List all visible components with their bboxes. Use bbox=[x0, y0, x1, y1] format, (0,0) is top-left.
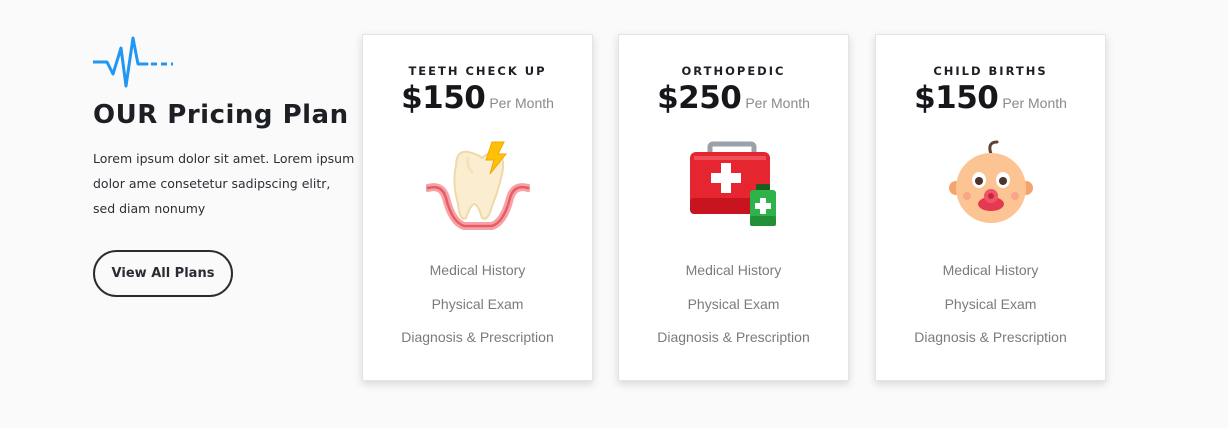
price-row: $150 Per Month bbox=[363, 80, 592, 116]
feature-item: Diagnosis & Prescription bbox=[914, 329, 1067, 345]
plan-title: TEETH CHECK UP bbox=[408, 64, 547, 78]
pricing-intro: OUR Pricing Plan Lorem ipsum dolor sit a… bbox=[93, 34, 355, 297]
plan-title: ORTHOPEDIC bbox=[681, 64, 786, 78]
feature-item: Medical History bbox=[429, 262, 526, 278]
feature-item: Physical Exam bbox=[944, 295, 1037, 312]
plan-period: Per Month bbox=[1002, 95, 1067, 111]
feature-item: Diagnosis & Prescription bbox=[401, 329, 554, 345]
pricing-card-child-births: CHILD BIRTHS $150 Per Month Medical Hist… bbox=[875, 34, 1106, 381]
plan-price: $150 bbox=[914, 80, 999, 116]
feature-item: Medical History bbox=[942, 262, 1039, 278]
first-aid-kit-icon bbox=[689, 141, 776, 226]
feature-item: Physical Exam bbox=[687, 295, 780, 312]
plan-price: $250 bbox=[657, 80, 742, 116]
feature-item: Physical Exam bbox=[431, 295, 524, 312]
plan-period: Per Month bbox=[745, 95, 810, 111]
section-title: OUR Pricing Plan bbox=[93, 100, 349, 130]
pricing-card-teeth-check-up: TEETH CHECK UP $150 Per Month Medical Hi… bbox=[362, 34, 593, 381]
heartbeat-pulse-icon bbox=[93, 36, 173, 88]
feature-item: Diagnosis & Prescription bbox=[657, 329, 810, 345]
plan-price: $150 bbox=[401, 80, 486, 116]
price-row: $150 Per Month bbox=[876, 80, 1105, 116]
plan-period: Per Month bbox=[489, 95, 554, 111]
plan-title: CHILD BIRTHS bbox=[933, 64, 1048, 78]
feature-list: Medical History Physical Exam Diagnosis … bbox=[876, 254, 1105, 355]
view-all-plans-button[interactable]: View All Plans bbox=[93, 250, 233, 297]
pricing-card-orthopedic: ORTHOPEDIC $250 Per Month Medical Histor… bbox=[618, 34, 849, 381]
baby-face-icon bbox=[948, 140, 1033, 223]
feature-list: Medical History Physical Exam Diagnosis … bbox=[619, 254, 848, 355]
section-description: Lorem ipsum dolor sit amet. Lorem ipsum … bbox=[93, 151, 355, 216]
feature-item: Medical History bbox=[685, 262, 782, 278]
tooth-pain-icon bbox=[425, 141, 530, 230]
price-row: $250 Per Month bbox=[619, 80, 848, 116]
feature-list: Medical History Physical Exam Diagnosis … bbox=[363, 254, 592, 355]
